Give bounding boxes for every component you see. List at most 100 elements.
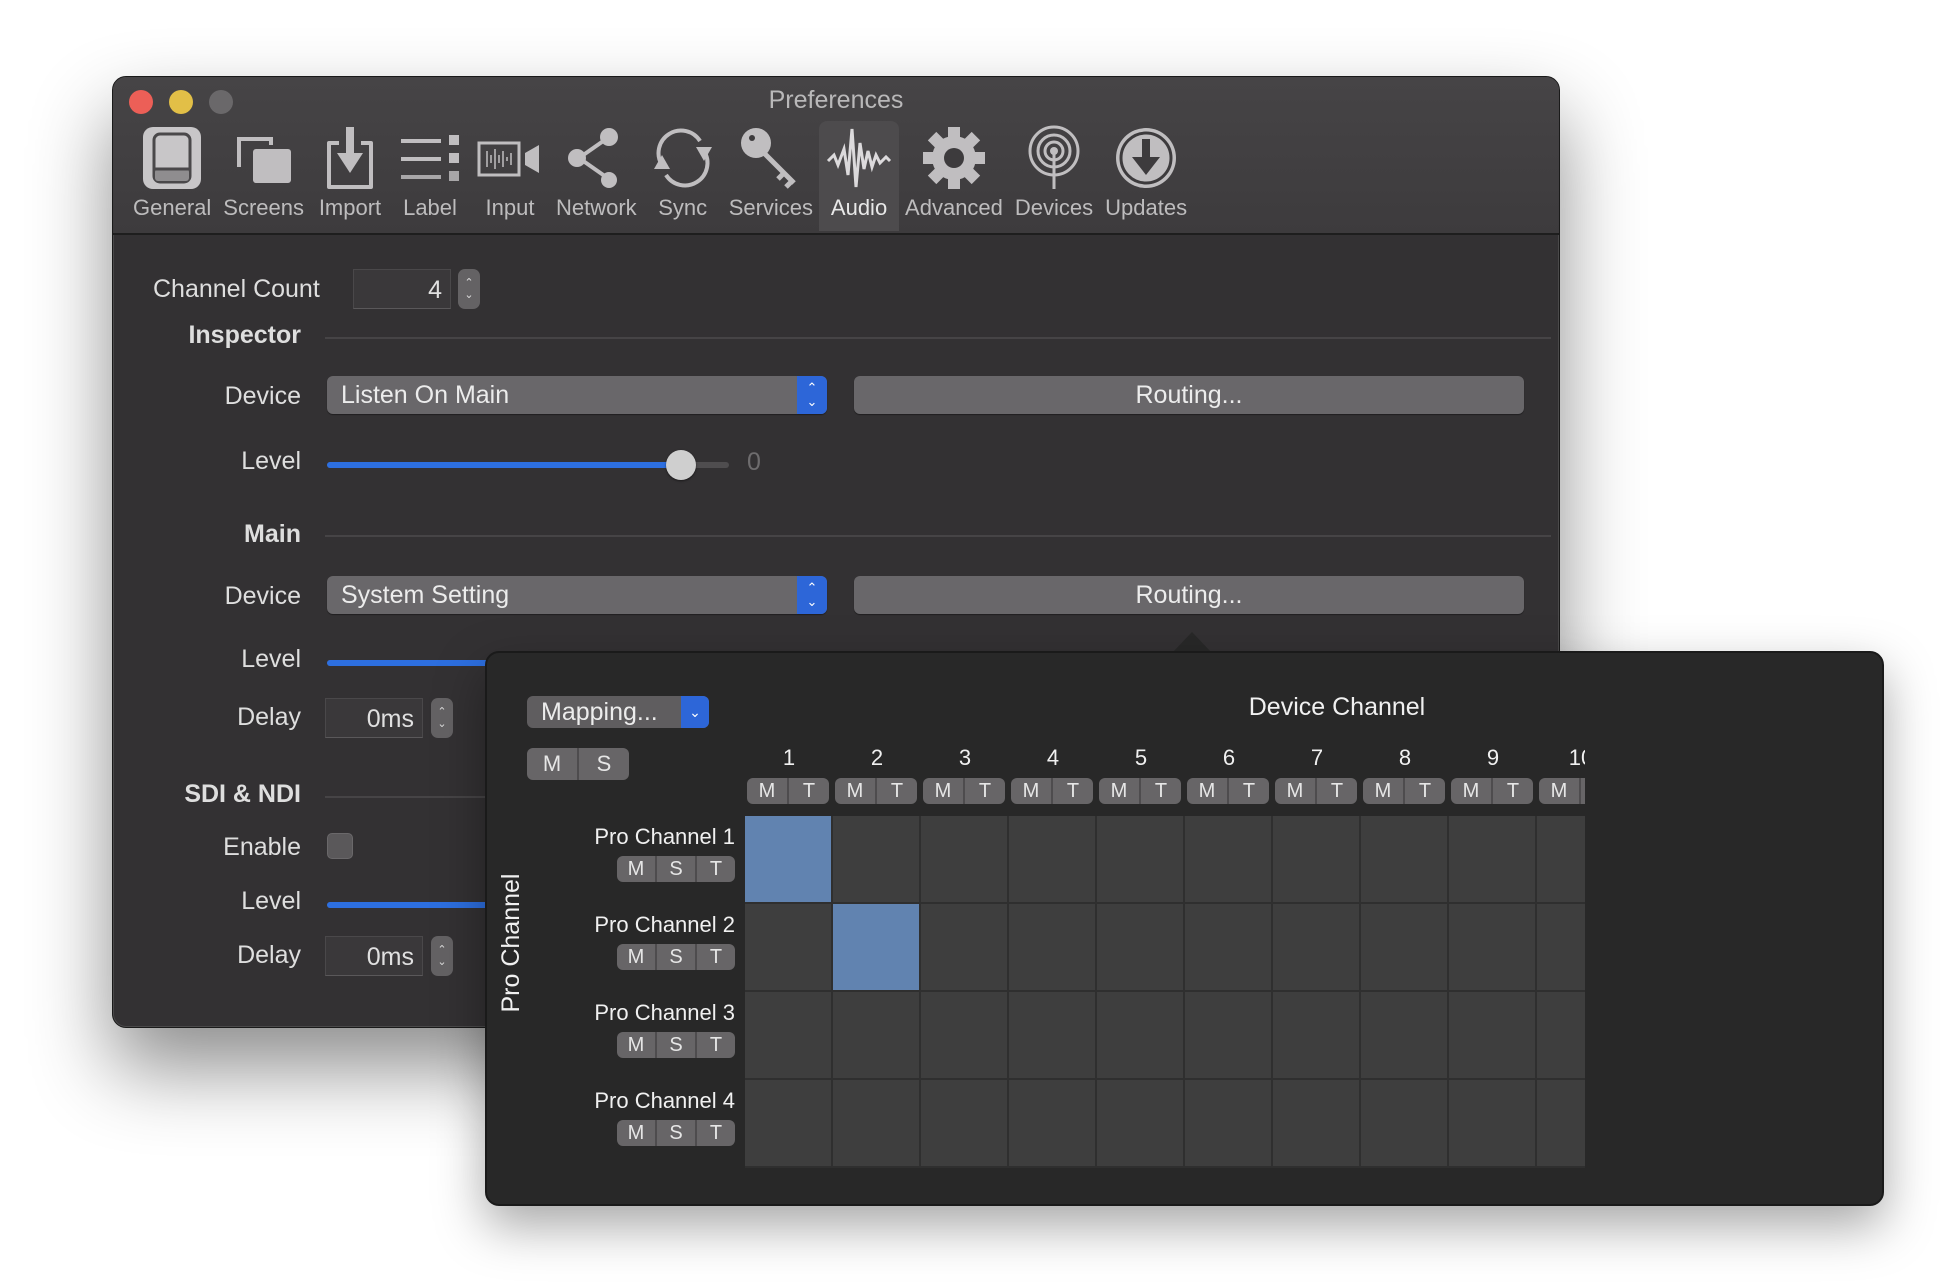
mute-button[interactable]: M bbox=[1099, 778, 1139, 804]
mute-button[interactable]: M bbox=[1363, 778, 1403, 804]
routing-cell[interactable] bbox=[1537, 904, 1585, 990]
routing-cell[interactable] bbox=[745, 904, 831, 990]
routing-cell[interactable] bbox=[921, 816, 1007, 902]
inspector-routing-button[interactable]: Routing... bbox=[854, 376, 1524, 414]
talkback-button[interactable]: T bbox=[1315, 778, 1357, 804]
main-delay-field[interactable]: 0ms bbox=[325, 698, 423, 738]
mute-button[interactable]: M bbox=[1539, 778, 1579, 804]
routing-cell[interactable] bbox=[833, 816, 919, 902]
talkback-button[interactable]: T bbox=[1227, 778, 1269, 804]
talkback-button[interactable]: T bbox=[1579, 778, 1585, 804]
main-routing-button[interactable]: Routing... bbox=[854, 576, 1524, 614]
routing-cell[interactable] bbox=[1009, 992, 1095, 1078]
routing-cell[interactable] bbox=[745, 992, 831, 1078]
mute-button[interactable]: M bbox=[1187, 778, 1227, 804]
routing-cell[interactable] bbox=[1537, 816, 1585, 902]
talkback-button[interactable]: T bbox=[695, 856, 735, 882]
routing-cell[interactable] bbox=[1185, 904, 1271, 990]
routing-cell[interactable] bbox=[1449, 1080, 1535, 1166]
routing-cell[interactable] bbox=[745, 816, 831, 902]
routing-cell[interactable] bbox=[1273, 1080, 1359, 1166]
sdi-enable-checkbox[interactable] bbox=[327, 833, 353, 859]
talkback-button[interactable]: T bbox=[695, 1032, 735, 1058]
routing-cell[interactable] bbox=[1097, 1080, 1183, 1166]
tab-general[interactable]: General bbox=[127, 121, 217, 231]
routing-cell[interactable] bbox=[1361, 992, 1447, 1078]
routing-cell[interactable] bbox=[1537, 992, 1585, 1078]
solo-button[interactable]: S bbox=[655, 856, 695, 882]
talkback-button[interactable]: T bbox=[1051, 778, 1093, 804]
channel-count-stepper[interactable]: ⌃ ⌄ bbox=[458, 269, 480, 309]
mute-button[interactable]: M bbox=[617, 856, 655, 882]
routing-cell[interactable] bbox=[833, 1080, 919, 1166]
mute-button[interactable]: M bbox=[617, 1120, 655, 1146]
routing-cell[interactable] bbox=[1361, 816, 1447, 902]
routing-cell[interactable] bbox=[921, 992, 1007, 1078]
mute-button[interactable]: M bbox=[617, 1032, 655, 1058]
routing-cell[interactable] bbox=[1273, 816, 1359, 902]
routing-cell[interactable] bbox=[1097, 904, 1183, 990]
tab-sync[interactable]: Sync bbox=[643, 121, 723, 231]
main-device-popup[interactable]: System Setting ⌃ ⌄ bbox=[327, 576, 827, 614]
tab-services[interactable]: Services bbox=[723, 121, 819, 231]
tab-network[interactable]: Network bbox=[550, 121, 643, 231]
routing-cell[interactable] bbox=[1009, 1080, 1095, 1166]
solo-button[interactable]: S bbox=[655, 1032, 695, 1058]
talkback-button[interactable]: T bbox=[1491, 778, 1533, 804]
tab-input[interactable]: Input bbox=[470, 121, 550, 231]
talkback-button[interactable]: T bbox=[963, 778, 1005, 804]
talkback-button[interactable]: T bbox=[695, 944, 735, 970]
mute-button[interactable]: M bbox=[1275, 778, 1315, 804]
channel-count-field[interactable]: 4 bbox=[353, 269, 451, 309]
talkback-button[interactable]: T bbox=[875, 778, 917, 804]
global-mute-button[interactable]: M bbox=[527, 748, 577, 780]
routing-cell[interactable] bbox=[1361, 1080, 1447, 1166]
solo-button[interactable]: S bbox=[655, 1120, 695, 1146]
routing-cell[interactable] bbox=[1097, 816, 1183, 902]
talkback-button[interactable]: T bbox=[695, 1120, 735, 1146]
talkback-button[interactable]: T bbox=[1403, 778, 1445, 804]
solo-button[interactable]: S bbox=[655, 944, 695, 970]
tab-advanced[interactable]: Advanced bbox=[899, 121, 1009, 231]
global-solo-button[interactable]: S bbox=[577, 748, 629, 780]
sdi-delay-field[interactable]: 0ms bbox=[325, 936, 423, 976]
mute-button[interactable]: M bbox=[835, 778, 875, 804]
routing-cell[interactable] bbox=[1185, 992, 1271, 1078]
routing-cell[interactable] bbox=[1449, 816, 1535, 902]
routing-cell[interactable] bbox=[1097, 992, 1183, 1078]
tab-devices[interactable]: Devices bbox=[1009, 121, 1099, 231]
routing-cell[interactable] bbox=[1449, 992, 1535, 1078]
mute-button[interactable]: M bbox=[1451, 778, 1491, 804]
routing-cell[interactable] bbox=[1009, 904, 1095, 990]
inspector-device-popup[interactable]: Listen On Main ⌃ ⌄ bbox=[327, 376, 827, 414]
tab-import[interactable]: Import bbox=[310, 121, 390, 231]
sdi-delay-stepper[interactable]: ⌃ ⌄ bbox=[431, 936, 453, 976]
mute-button[interactable]: M bbox=[1011, 778, 1051, 804]
routing-cell[interactable] bbox=[921, 904, 1007, 990]
talkback-button[interactable]: T bbox=[787, 778, 829, 804]
routing-cell[interactable] bbox=[1185, 816, 1271, 902]
talkback-button[interactable]: T bbox=[1139, 778, 1181, 804]
routing-cell[interactable] bbox=[1273, 992, 1359, 1078]
main-delay-stepper[interactable]: ⌃ ⌄ bbox=[431, 698, 453, 738]
routing-cell[interactable] bbox=[1361, 904, 1447, 990]
routing-cell[interactable] bbox=[921, 1080, 1007, 1166]
mute-button[interactable]: M bbox=[617, 944, 655, 970]
slider-knob[interactable] bbox=[665, 450, 696, 480]
inspector-level-slider[interactable] bbox=[327, 450, 729, 480]
tab-updates[interactable]: Updates bbox=[1099, 121, 1193, 231]
tab-label-prefs[interactable]: Label bbox=[390, 121, 470, 231]
routing-cell[interactable] bbox=[1537, 1080, 1585, 1166]
mapping-popup[interactable]: Mapping... ⌄ bbox=[527, 696, 709, 728]
mute-button[interactable]: M bbox=[747, 778, 787, 804]
mute-button[interactable]: M bbox=[923, 778, 963, 804]
tab-audio[interactable]: Audio bbox=[819, 121, 900, 231]
routing-cell[interactable] bbox=[1449, 904, 1535, 990]
routing-cell[interactable] bbox=[833, 904, 919, 990]
routing-cell[interactable] bbox=[1009, 816, 1095, 902]
routing-cell[interactable] bbox=[1185, 1080, 1271, 1166]
routing-cell[interactable] bbox=[745, 1080, 831, 1166]
routing-cell[interactable] bbox=[1273, 904, 1359, 990]
tab-screens[interactable]: Screens bbox=[217, 121, 310, 231]
routing-cell[interactable] bbox=[833, 992, 919, 1078]
